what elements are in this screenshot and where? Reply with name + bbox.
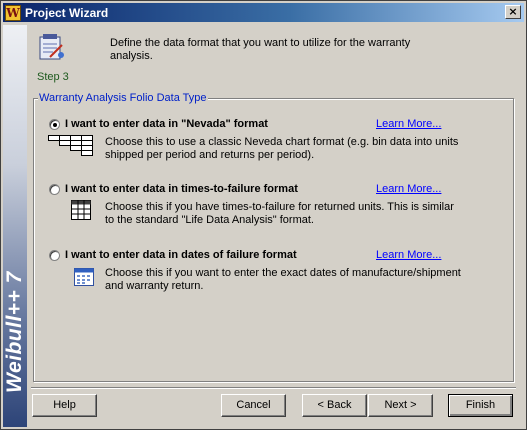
project-wizard-window: W Project Wizard × Weibull++ 7 Step 3 De… <box>0 0 527 430</box>
option-description: Choose this if you want to enter the exa… <box>105 267 461 292</box>
radio-dates-of-failure[interactable] <box>49 250 60 261</box>
radio-times-to-failure[interactable] <box>49 184 60 195</box>
next-button[interactable]: Next > <box>368 394 433 417</box>
option-dates-of-failure: I want to enter data in dates of failure… <box>34 249 513 299</box>
brand-text: Weibull++ 7 <box>3 271 26 393</box>
footer-separator <box>31 387 516 389</box>
finish-button[interactable]: Finish <box>448 394 513 417</box>
title-bar[interactable]: W Project Wizard × <box>3 3 524 22</box>
data-type-group: Warranty Analysis Folio Data Type I want… <box>33 92 514 382</box>
option-times-to-failure: I want to enter data in times-to-failure… <box>34 183 513 233</box>
help-button[interactable]: Help <box>32 394 97 417</box>
wizard-header: Step 3 Define the data format that you w… <box>27 25 526 89</box>
learn-more-link[interactable]: Learn More... <box>376 183 441 195</box>
learn-more-link[interactable]: Learn More... <box>376 118 441 130</box>
close-button[interactable]: × <box>505 5 521 19</box>
learn-more-link[interactable]: Learn More... <box>376 249 441 261</box>
option-label[interactable]: I want to enter data in times-to-failure… <box>65 183 298 195</box>
cancel-button[interactable]: Cancel <box>221 394 286 417</box>
table-grid-icon <box>71 200 91 220</box>
group-title: Warranty Analysis Folio Data Type <box>38 92 208 104</box>
option-label[interactable]: I want to enter data in "Nevada" format <box>65 118 268 130</box>
nevada-grid-icon <box>48 135 93 156</box>
option-description: Choose this to use a classic Neveda char… <box>105 136 459 161</box>
step-clipboard-icon <box>39 34 64 60</box>
option-description: Choose this if you have times-to-failure… <box>105 201 454 226</box>
calendar-icon <box>74 268 94 286</box>
option-label[interactable]: I want to enter data in dates of failure… <box>65 249 297 261</box>
weibull-app-icon: W <box>5 4 21 21</box>
brand-sidebar: Weibull++ 7 <box>3 25 27 427</box>
step-label: Step 3 <box>37 71 69 83</box>
header-instruction: Define the data format that you want to … <box>110 37 411 62</box>
back-button[interactable]: < Back <box>302 394 367 417</box>
window-title: Project Wizard <box>25 5 109 20</box>
radio-nevada-format[interactable] <box>49 119 60 130</box>
option-nevada-format: I want to enter data in "Nevada" format … <box>34 118 513 168</box>
